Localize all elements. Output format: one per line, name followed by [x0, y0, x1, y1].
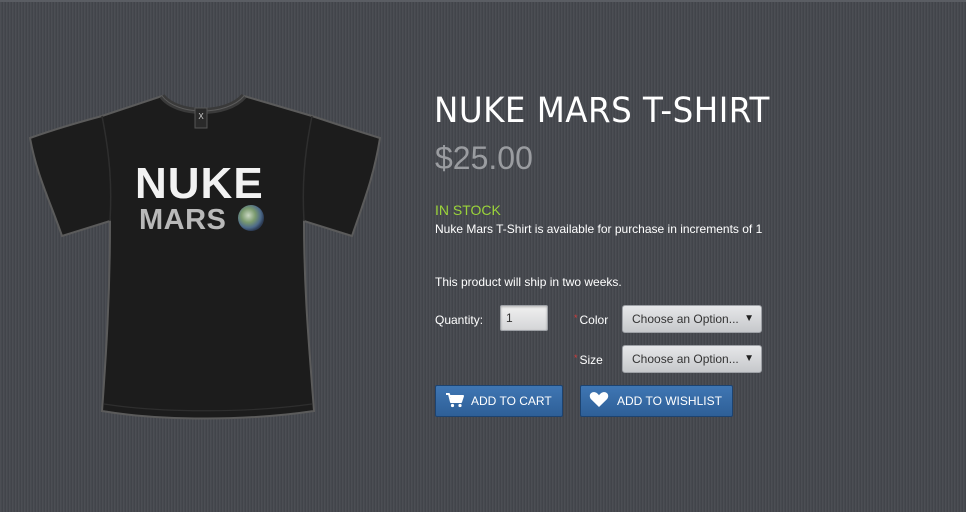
- add-to-wishlist-button[interactable]: ADD TO WISHLIST: [580, 385, 733, 417]
- shirt-tag-text: X: [198, 112, 204, 121]
- product-title: NUKE MARS T-SHIRT: [434, 91, 770, 131]
- color-select-value: Choose an Option...: [632, 312, 739, 326]
- size-select[interactable]: Choose an Option... ▼: [622, 345, 762, 373]
- tshirt-shape: [28, 94, 382, 420]
- size-select-value: Choose an Option...: [632, 352, 739, 366]
- add-to-cart-label: ADD TO CART: [471, 394, 552, 408]
- print-line-nuke: NUKE: [135, 159, 264, 208]
- add-to-cart-button[interactable]: ADD TO CART: [435, 385, 563, 417]
- chevron-down-icon: ▼: [744, 353, 754, 364]
- product-page: X NUKE MARS NUKE MARS T-SHIRT $25.00 IN …: [0, 0, 966, 512]
- stock-status: IN STOCK: [435, 202, 501, 218]
- cart-icon: [445, 392, 465, 411]
- required-marker: *: [574, 353, 578, 363]
- shipping-note: This product will ship in two weeks.: [435, 275, 622, 289]
- product-details: NUKE MARS T-SHIRT $25.00 IN STOCK Nuke M…: [434, 90, 934, 417]
- add-to-wishlist-label: ADD TO WISHLIST: [617, 394, 722, 408]
- color-select[interactable]: Choose an Option... ▼: [622, 305, 762, 333]
- increments-note: Nuke Mars T-Shirt is available for purch…: [435, 222, 763, 236]
- print-line-mars: MARS: [139, 204, 226, 236]
- earth-graphic: [238, 205, 264, 231]
- required-marker: *: [574, 313, 578, 323]
- quantity-label: Quantity:: [435, 313, 484, 327]
- size-label: * Size: [574, 353, 603, 367]
- product-image: X NUKE MARS: [28, 93, 382, 420]
- color-label: * Color: [574, 313, 609, 327]
- chevron-down-icon: ▼: [744, 313, 754, 324]
- product-price: $25.00: [435, 140, 533, 176]
- heart-icon: [589, 391, 609, 411]
- quantity-input[interactable]: [500, 305, 548, 331]
